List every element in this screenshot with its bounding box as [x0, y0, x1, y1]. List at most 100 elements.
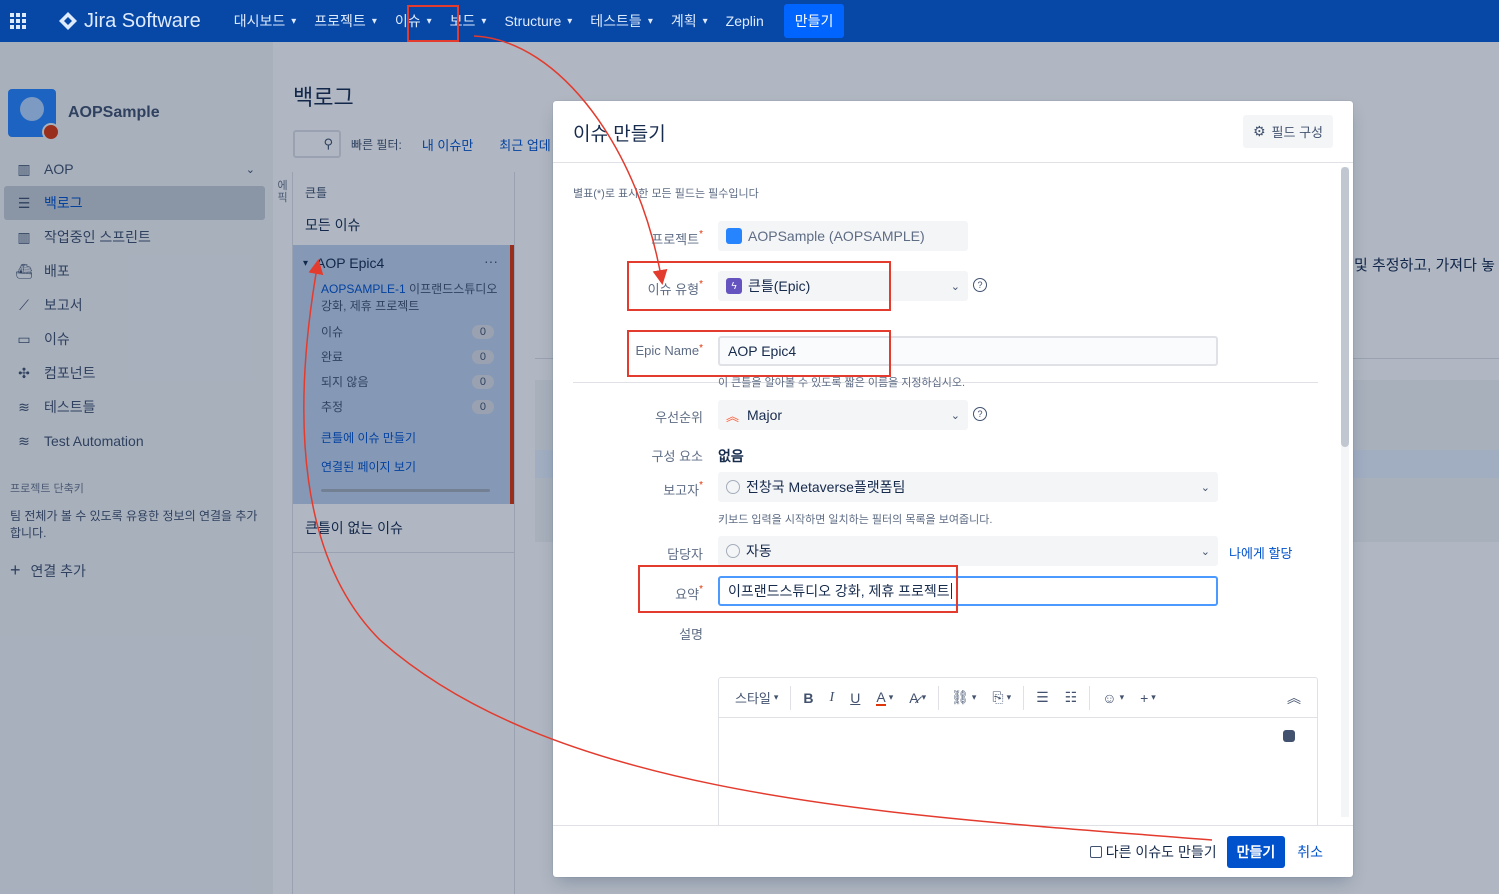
nav-boards[interactable]: 보드 ▾ [441, 0, 496, 42]
required-marker: * [699, 229, 703, 240]
label-text: 요약 [675, 587, 700, 602]
collapse-toolbar-icon[interactable]: ︽ [1279, 684, 1309, 712]
dialog-footer: 다른 이슈도 만들기 만들기 취소 [553, 825, 1353, 877]
chevron-down-icon: ▾ [481, 15, 487, 27]
create-issue-dialog: 이슈 만들기 ⚙ 필드 구성 별표(*)로 표시한 모든 필드는 필수입니다 프… [553, 101, 1353, 877]
help-icon[interactable]: ? [973, 407, 987, 421]
chevron-down-icon: ⌄ [1200, 545, 1210, 558]
priority-select[interactable]: ︽ Major ⌄ [718, 400, 968, 430]
chevron-down-icon: ⌄ [950, 280, 960, 293]
priority-label: 우선순위 [553, 407, 703, 426]
issue-type-label: 이슈 유형* [553, 279, 703, 298]
summary-input[interactable]: 이프랜드스튜디오 강화, 제휴 프로젝트 [718, 576, 1218, 606]
toolbar-separator [790, 685, 792, 710]
chevron-down-icon: ▾ [773, 692, 779, 702]
epic-name-label: Epic Name* [553, 343, 703, 358]
nav-label: Zeplin [725, 13, 764, 29]
nav-issues[interactable]: 이슈 ▾ [386, 0, 441, 42]
link-icon[interactable]: ⛓ ▾ [943, 684, 984, 712]
nav-structure[interactable]: Structure ▾ [495, 0, 581, 42]
user-avatar-icon [726, 480, 740, 494]
nav-label: 이슈 [394, 13, 421, 29]
text-cursor [950, 583, 952, 599]
nav-label: 대시보드 [233, 13, 286, 29]
create-another-checkbox[interactable]: 다른 이슈도 만들기 [1089, 842, 1217, 862]
text-color-icon[interactable]: A ▾ [868, 684, 901, 712]
numbered-list-icon[interactable]: ☷ [1057, 684, 1086, 712]
gear-icon: ⚙ [1252, 123, 1266, 139]
required-marker: * [699, 279, 703, 290]
automatic-assignee-icon [726, 544, 740, 558]
priority-value: Major [747, 407, 783, 423]
project-select[interactable]: AOPSample (AOPSAMPLE) [718, 221, 968, 251]
label-text: 우선순위 [655, 410, 703, 425]
emoji-icon[interactable]: ☺ ▾ [1094, 684, 1132, 712]
create-another-label: 다른 이슈도 만들기 [1105, 843, 1217, 860]
description-editor[interactable]: 스타일 ▾ B I U A ▾ A̷ ▾ ⛓ ▾ ⎘ ▾ ☰ ☷ ☺ ▾ + ▾ ︽ [718, 677, 1318, 825]
chevron-down-icon: ▾ [702, 15, 708, 27]
assignee-label: 담당자 [553, 544, 703, 563]
dialog-title: 이슈 만들기 [573, 124, 666, 145]
nav-tests[interactable]: 테스트들 ▾ [581, 0, 662, 42]
description-label: 설명 [553, 624, 703, 643]
required-marker: * [699, 480, 703, 491]
nav-label: 테스트들 [590, 13, 642, 29]
top-navigation: Jira Software 대시보드 ▾ 프로젝트 ▾ 이슈 ▾ 보드 ▾ Struct… [0, 0, 1499, 42]
dialog-header: 이슈 만들기 ⚙ 필드 구성 [553, 101, 1353, 163]
label-text: 설명 [679, 627, 703, 642]
checkbox-icon[interactable] [1089, 845, 1102, 858]
cancel-button[interactable]: 취소 [1297, 842, 1323, 862]
epic-name-input[interactable]: AOP Epic4 [718, 336, 1218, 366]
chevron-down-icon: ⌄ [1200, 481, 1210, 494]
bold-icon[interactable]: B [795, 684, 821, 712]
reporter-select[interactable]: 전창국 Metaverse플랫폼팀 ⌄ [718, 472, 1218, 502]
jira-logo[interactable]: Jira Software [58, 10, 201, 33]
text-style-label: 스타일 [735, 691, 771, 706]
create-button[interactable]: 만들기 [783, 4, 845, 38]
submit-create-button[interactable]: 만들기 [1226, 835, 1286, 868]
project-label: 프로젝트* [553, 229, 703, 248]
epic-name-hint: 이 큰틀을 알아볼 수 있도록 짧은 이름을 지정하십시오. [718, 377, 966, 389]
nav-projects[interactable]: 프로젝트 ▾ [305, 0, 386, 42]
reporter-label: 보고자* [553, 480, 703, 499]
italic-icon[interactable]: I [822, 684, 843, 712]
assignee-value: 자동 [746, 543, 772, 559]
bullet-list-icon[interactable]: ☰ [1028, 684, 1057, 712]
dialog-scrollbar[interactable] [1341, 167, 1349, 817]
project-value: AOPSample (AOPSAMPLE) [748, 228, 925, 244]
more-formatting-icon[interactable]: A̷ ▾ [901, 684, 934, 712]
required-marker: * [699, 343, 703, 354]
nav-plans[interactable]: 계획 ▾ [662, 0, 717, 42]
assignee-select[interactable]: 자동 ⌄ [718, 536, 1218, 566]
configure-fields-button[interactable]: ⚙ 필드 구성 [1242, 115, 1333, 148]
toolbar-separator [1023, 685, 1025, 710]
configure-fields-label: 필드 구성 [1271, 125, 1323, 140]
label-text: Epic Name [635, 343, 700, 358]
nav-label: 보드 [449, 13, 476, 29]
dialog-body: 별표(*)로 표시한 모든 필드는 필수입니다 프로젝트* AOPSample … [553, 163, 1353, 825]
issue-type-select[interactable]: ϟ 큰틀(Epic) ⌄ [718, 271, 968, 301]
text-style-dropdown[interactable]: 스타일 ▾ [727, 684, 786, 712]
label-text: 보고자 [663, 483, 700, 498]
attachment-icon[interactable]: ⎘ ▾ [984, 684, 1019, 712]
chevron-down-icon: ▾ [291, 15, 297, 27]
reporter-hint: 키보드 입력을 시작하면 일치하는 필터의 목록을 보여줍니다. [718, 514, 993, 526]
app-switcher-button[interactable] [0, 0, 36, 42]
chevron-down-icon: ⌄ [950, 409, 960, 422]
nav-label: 프로젝트 [314, 13, 366, 29]
product-name: Jira Software [84, 9, 201, 32]
underline-icon[interactable]: U [842, 684, 868, 712]
assign-to-me-link[interactable]: 나에게 할당 [1229, 543, 1292, 562]
help-icon[interactable]: ? [973, 278, 987, 292]
nav-zeplin[interactable]: Zeplin [717, 0, 773, 42]
chevron-down-icon: ▾ [426, 15, 432, 27]
priority-major-icon: ︽ [726, 408, 740, 424]
insert-more-icon[interactable]: + ▾ [1132, 684, 1164, 712]
epic-name-value: AOP Epic4 [728, 343, 797, 359]
scrollbar-thumb[interactable] [1341, 167, 1349, 447]
required-marker: * [699, 584, 703, 595]
editor-plugin-icon[interactable] [1283, 730, 1295, 742]
nav-label: 계획 [670, 13, 697, 29]
nav-dashboards[interactable]: 대시보드 ▾ [225, 0, 306, 42]
summary-value: 이프랜드스튜디오 강화, 제휴 프로젝트 [728, 583, 950, 599]
